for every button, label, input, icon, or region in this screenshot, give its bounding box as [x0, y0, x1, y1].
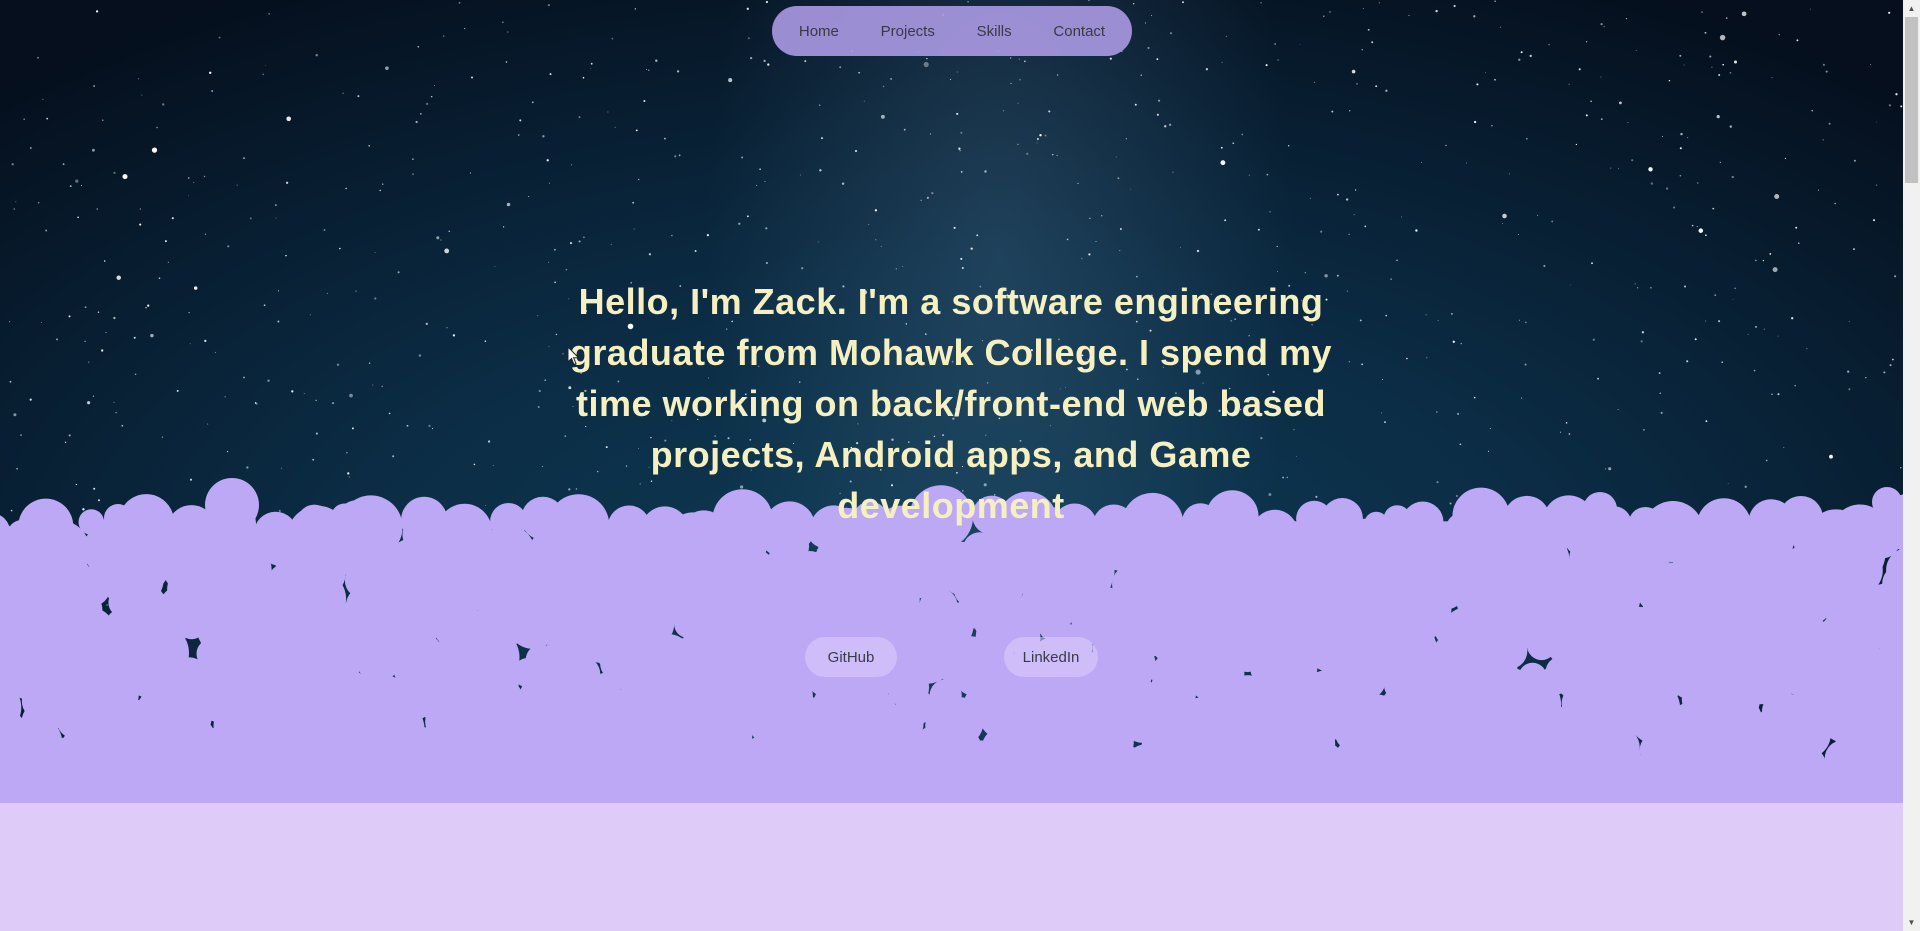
- scrollbar-thumb[interactable]: [1905, 17, 1918, 183]
- nav-home-link[interactable]: Home: [791, 19, 847, 44]
- mouse-pointer-icon: [567, 346, 580, 366]
- nav-contact-link[interactable]: Contact: [1045, 19, 1113, 44]
- nav-skills-link[interactable]: Skills: [969, 19, 1020, 44]
- main-nav: Home Projects Skills Contact: [772, 6, 1132, 56]
- scroll-up-arrow-icon[interactable]: ▲: [1903, 0, 1920, 17]
- scroll-down-arrow-icon[interactable]: ▼: [1903, 914, 1920, 931]
- github-button[interactable]: GitHub: [805, 637, 897, 677]
- hero-section: Home Projects Skills Contact Hello, I'm …: [0, 0, 1903, 803]
- about-section: [0, 803, 1903, 931]
- hero-headline: Hello, I'm Zack. I'm a software engineer…: [569, 281, 1333, 526]
- page: Home Projects Skills Contact Hello, I'm …: [0, 0, 1903, 931]
- nav-projects-link[interactable]: Projects: [873, 19, 943, 44]
- page-scrollbar[interactable]: ▲ ▼: [1903, 0, 1920, 931]
- linkedin-button[interactable]: LinkedIn: [1004, 637, 1098, 677]
